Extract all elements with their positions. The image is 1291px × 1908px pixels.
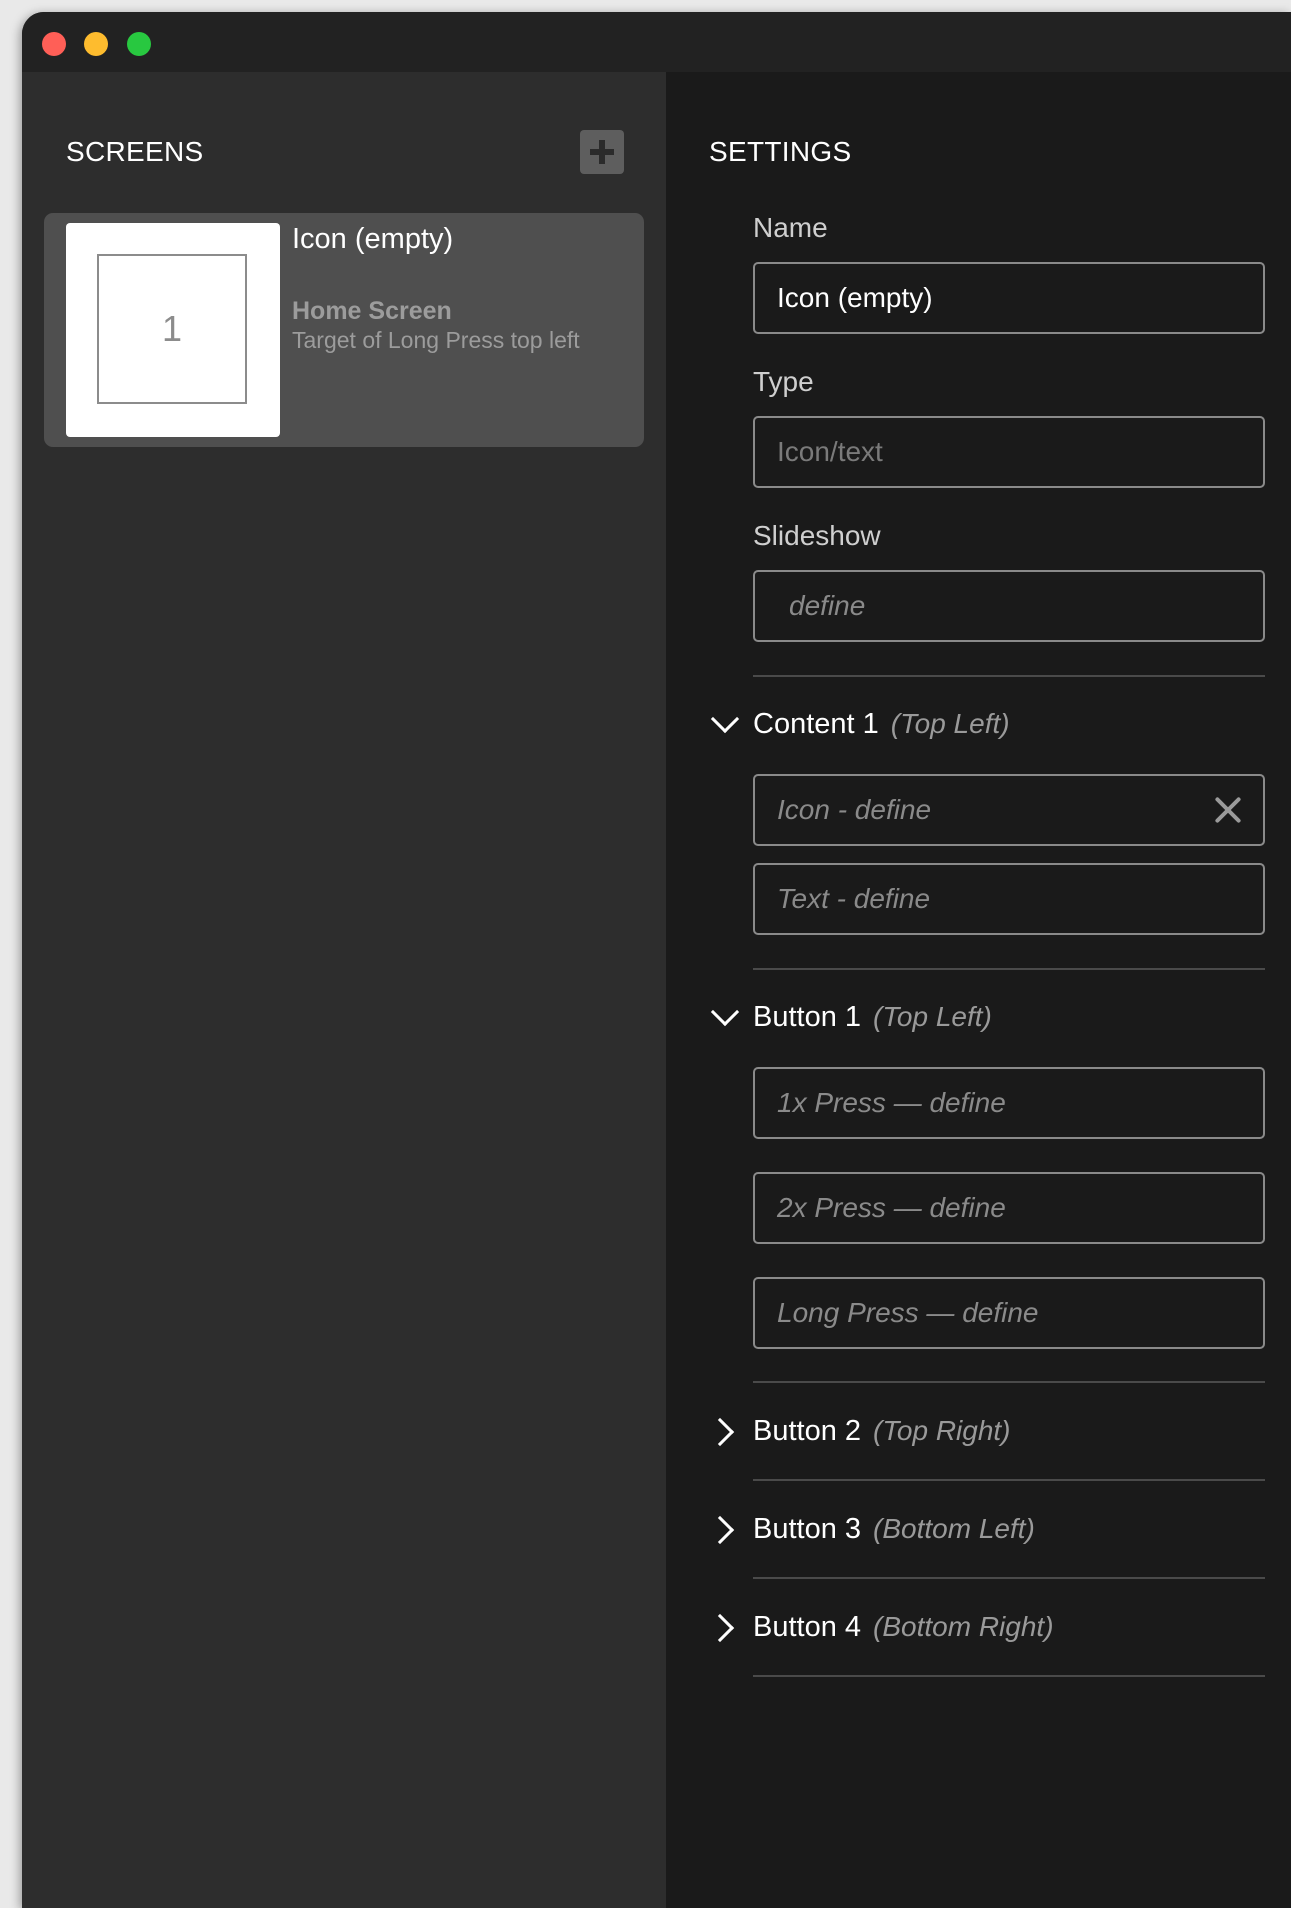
section-position: (Top Left) xyxy=(890,708,1010,739)
section-position: (Bottom Left) xyxy=(873,1513,1035,1544)
name-field[interactable]: Icon (empty) xyxy=(753,262,1265,334)
screen-description: Target of Long Press top left xyxy=(292,327,580,353)
settings-panel: SETTINGS Name Icon (empty) Type Icon/tex… xyxy=(666,72,1291,1908)
press-2x-field[interactable]: 2x Press — define xyxy=(753,1172,1265,1244)
section-button-4[interactable]: Button 4 (Bottom Right) xyxy=(708,1610,1054,1644)
close-window-button[interactable] xyxy=(42,32,66,56)
name-value: Icon (empty) xyxy=(777,282,933,313)
slideshow-field[interactable]: define xyxy=(753,570,1265,642)
chevron-right-icon xyxy=(708,1512,742,1546)
section-button-2[interactable]: Button 2 (Top Right) xyxy=(708,1414,1011,1448)
screen-name: Icon (empty) xyxy=(292,223,454,255)
press-1x-field[interactable]: 1x Press — define xyxy=(753,1067,1265,1139)
divider xyxy=(753,1381,1265,1383)
section-position: (Bottom Right) xyxy=(873,1611,1054,1642)
section-position: (Top Right) xyxy=(873,1415,1011,1446)
text-field[interactable]: Text - define xyxy=(753,863,1265,935)
type-field[interactable]: Icon/text xyxy=(753,416,1265,488)
screens-title: SCREENS xyxy=(66,136,204,167)
add-screen-button[interactable] xyxy=(580,130,624,174)
title-bar xyxy=(22,12,1291,73)
section-position: (Top Left) xyxy=(873,1001,992,1032)
type-placeholder: Icon/text xyxy=(777,436,883,467)
thumbnail-number: 1 xyxy=(97,254,247,404)
screen-list-item[interactable]: 1 Icon (empty) Home Screen Target of Lon… xyxy=(44,213,644,447)
chevron-right-icon xyxy=(708,1610,742,1644)
settings-title: SETTINGS xyxy=(709,136,852,167)
long-press-field[interactable]: Long Press — define xyxy=(753,1277,1265,1349)
icon-field[interactable]: Icon - define xyxy=(753,774,1265,846)
divider xyxy=(753,1577,1265,1579)
app-window: SCREENS 1 Icon (empty) Home Screen Targe… xyxy=(22,12,1291,1908)
section-name: Button 3 xyxy=(753,1512,862,1545)
divider xyxy=(753,968,1265,970)
zoom-window-button[interactable] xyxy=(127,32,151,56)
section-name: Button 4 xyxy=(753,1610,862,1643)
type-label: Type xyxy=(753,366,814,397)
section-name: Button 1 xyxy=(753,1000,862,1033)
close-icon[interactable] xyxy=(1213,795,1243,825)
icon-placeholder: Icon - define xyxy=(777,794,932,825)
divider xyxy=(753,1675,1265,1677)
slideshow-placeholder: define xyxy=(789,590,866,621)
divider xyxy=(753,1479,1265,1481)
section-name: Content 1 xyxy=(753,707,879,740)
section-button-1[interactable]: Button 1 (Top Left) xyxy=(708,1000,992,1034)
long-press-placeholder: Long Press — define xyxy=(777,1297,1039,1328)
section-button-3[interactable]: Button 3 (Bottom Left) xyxy=(708,1512,1035,1546)
section-content-1[interactable]: Content 1 (Top Left) xyxy=(708,707,1010,741)
press-1x-placeholder: 1x Press — define xyxy=(777,1087,1006,1118)
slideshow-label: Slideshow xyxy=(753,520,881,551)
minimize-window-button[interactable] xyxy=(84,32,108,56)
chevron-down-icon xyxy=(708,707,742,741)
name-label: Name xyxy=(753,212,828,243)
chevron-down-icon xyxy=(708,1000,742,1034)
screen-target: Home Screen xyxy=(292,297,452,325)
press-2x-placeholder: 2x Press — define xyxy=(777,1192,1006,1223)
screen-thumbnail: 1 xyxy=(66,223,280,437)
chevron-right-icon xyxy=(708,1414,742,1448)
divider xyxy=(753,675,1265,677)
section-name: Button 2 xyxy=(753,1414,862,1447)
text-placeholder: Text - define xyxy=(777,883,931,914)
screens-sidebar: SCREENS 1 Icon (empty) Home Screen Targe… xyxy=(22,72,666,1908)
